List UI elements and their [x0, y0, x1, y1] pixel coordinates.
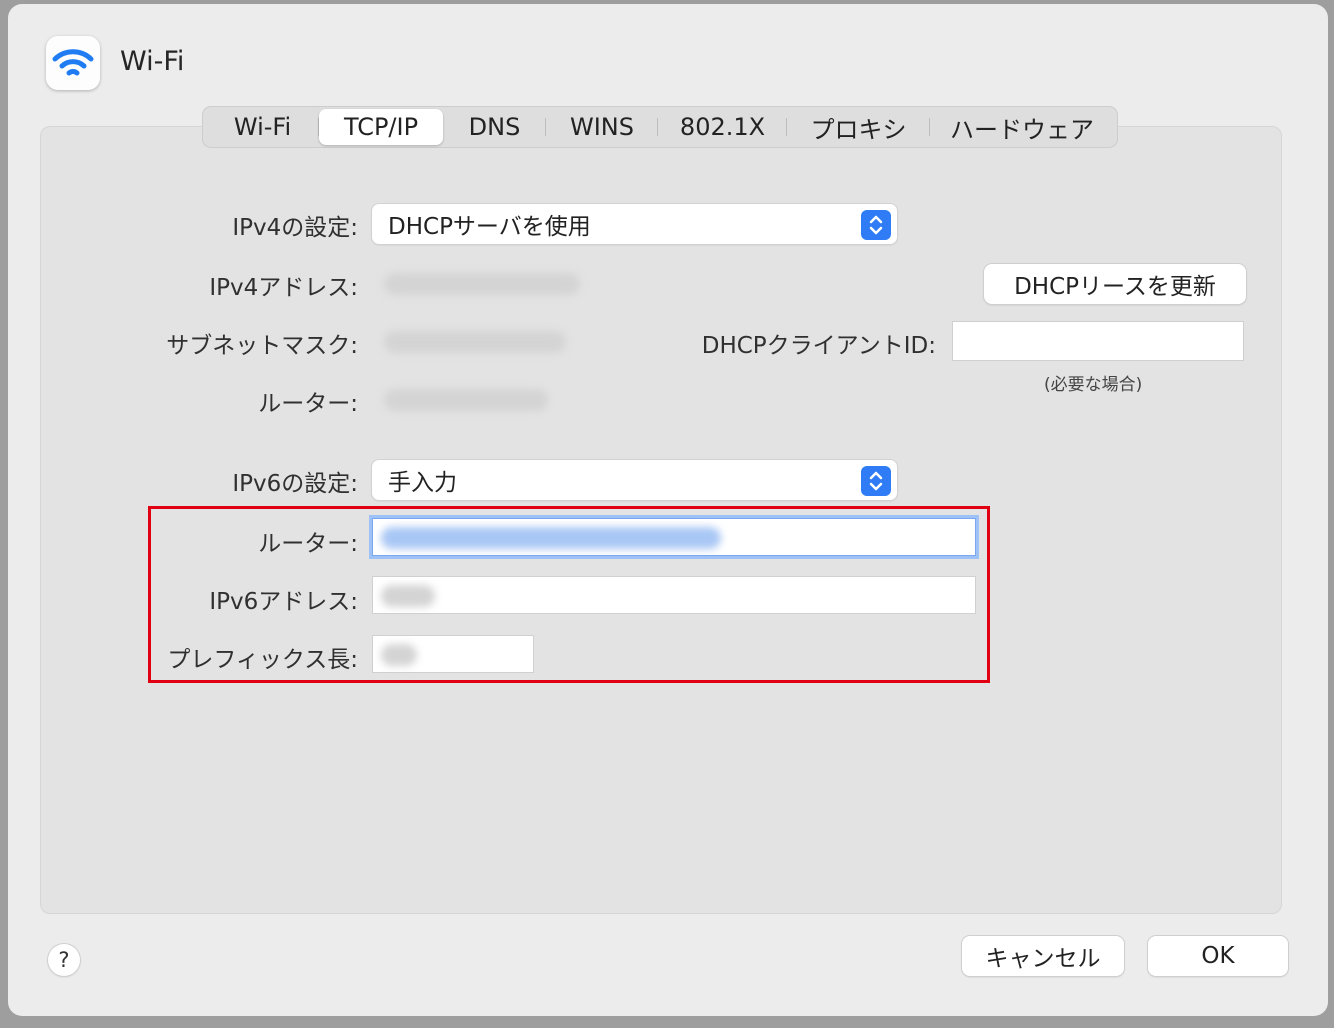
tab-dns[interactable]: DNS — [443, 109, 546, 145]
tab-tcpip[interactable]: TCP/IP — [319, 109, 443, 145]
wifi-app-icon — [46, 36, 100, 90]
tab-proxy[interactable]: プロキシ — [787, 109, 930, 145]
up-down-chevron-icon — [861, 210, 891, 240]
ipv4-config-value: DHCPサーバを使用 — [388, 214, 591, 240]
tab-hardware[interactable]: ハードウェア — [930, 109, 1114, 145]
cancel-button[interactable]: キャンセル — [962, 936, 1124, 976]
dhcp-client-id-field[interactable] — [952, 321, 1244, 361]
ipv4-router-label: ルーター: — [258, 391, 358, 417]
ipv4-router-value-redacted — [384, 389, 548, 411]
ipv4-config-select[interactable]: DHCPサーバを使用 — [372, 204, 897, 244]
up-down-chevron-icon — [861, 466, 891, 496]
ipv4-config-label: IPv4の設定: — [232, 215, 358, 241]
tab-wins[interactable]: WINS — [546, 109, 658, 145]
ipv6-config-select[interactable]: 手入力 — [372, 460, 897, 500]
ipv4-address-value-redacted — [384, 273, 580, 295]
wifi-icon — [52, 49, 94, 76]
ipv6-config-value: 手入力 — [388, 470, 457, 496]
dhcp-client-id-hint: (必要な場合) — [1044, 375, 1143, 395]
tab-wifi[interactable]: Wi-Fi — [206, 109, 319, 145]
annotation-highlight-box — [148, 506, 990, 683]
dhcp-client-id-label: DHCPクライアントID: — [701, 333, 936, 359]
ok-button[interactable]: OK — [1148, 936, 1288, 976]
renew-dhcp-lease-button[interactable]: DHCPリースを更新 — [984, 264, 1246, 304]
tab-bar: Wi-Fi TCP/IP DNS WINS 802.1X プロキシ ハードウェア — [202, 106, 1118, 148]
help-icon[interactable]: ? — [48, 944, 80, 976]
ipv6-config-label: IPv6の設定: — [232, 471, 358, 497]
window-title: Wi-Fi — [120, 46, 185, 77]
subnet-mask-value-redacted — [384, 331, 566, 353]
subnet-mask-label: サブネットマスク: — [166, 333, 358, 359]
ipv4-address-label: IPv4アドレス: — [209, 275, 358, 301]
tab-8021x[interactable]: 802.1X — [658, 109, 787, 145]
